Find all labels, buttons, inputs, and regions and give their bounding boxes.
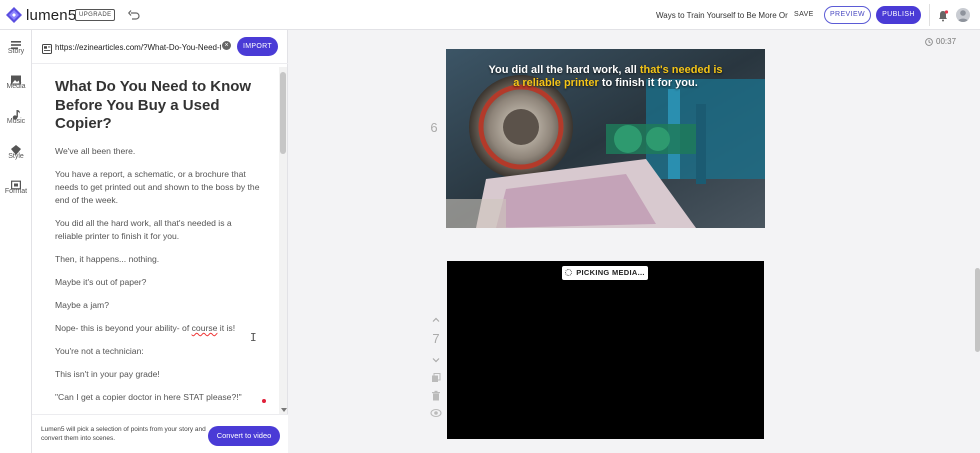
convert-to-video-button[interactable]: Convert to video xyxy=(208,426,280,446)
story-icon xyxy=(11,37,21,49)
story-paragraph[interactable]: Maybe a jam? xyxy=(55,299,260,312)
video-duration: 00:37 xyxy=(925,37,956,46)
story-paragraph[interactable]: We've all been there. xyxy=(55,145,260,158)
logo-text: lumen5 xyxy=(26,6,77,24)
story-paragraph[interactable]: This isn't in your pay grade! xyxy=(55,368,260,381)
story-paragraph[interactable]: You have a report, a schematic, or a bro… xyxy=(55,168,260,207)
caption-highlight: that's needed is xyxy=(639,64,723,76)
publish-button[interactable]: PUBLISH xyxy=(876,6,921,24)
footer-hint: Lumen5 will pick a selection of points f… xyxy=(41,426,206,442)
scene-number: 6 xyxy=(430,120,438,135)
story-scrollbar-thumb[interactable] xyxy=(280,72,286,154)
clear-url-icon[interactable]: × xyxy=(222,41,231,50)
scroll-down-arrow-icon[interactable] xyxy=(281,408,287,412)
story-panel: × IMPORT What Do You Need to Know Before… xyxy=(32,30,288,453)
rail-label: Media xyxy=(6,83,26,90)
caption-highlight: a reliable printer xyxy=(513,77,599,89)
rail-label: Style xyxy=(8,153,24,160)
move-up-chevron-icon[interactable] xyxy=(430,313,442,325)
url-bar: × IMPORT xyxy=(32,30,288,64)
move-down-chevron-icon[interactable] xyxy=(430,353,442,365)
misspelled-word[interactable]: course xyxy=(192,323,218,333)
scene-7-preview[interactable]: PICKING MEDIA... xyxy=(447,261,764,439)
save-button[interactable]: SAVE xyxy=(794,11,814,18)
article-icon xyxy=(42,41,52,54)
duration-text: 00:37 xyxy=(936,37,957,46)
story-title[interactable]: What Do You Need to Know Before You Buy … xyxy=(55,78,260,134)
notification-bell-icon[interactable] xyxy=(937,9,949,22)
record-dot xyxy=(262,399,266,403)
delete-trash-icon[interactable] xyxy=(430,389,442,401)
undo-icon[interactable] xyxy=(128,8,140,20)
story-paragraph[interactable]: You're not a technician: xyxy=(55,345,260,358)
paragraph-text: it is! xyxy=(217,323,236,333)
canvas-scrollbar-thumb[interactable] xyxy=(975,268,980,352)
logo[interactable]: lumen5 xyxy=(6,6,76,24)
story-footer: Lumen5 will pick a selection of points f… xyxy=(32,414,288,453)
document-title[interactable]: Ways to Train Yourself to Be More Organi… xyxy=(656,11,788,20)
rail-item-style[interactable]: Style xyxy=(0,142,32,160)
music-icon xyxy=(11,107,21,120)
media-icon xyxy=(11,72,21,85)
canvas-scrollbar-track[interactable] xyxy=(973,30,980,453)
scene-caption[interactable]: You did all the hard work, all that's ne… xyxy=(446,64,765,90)
story-paragraph[interactable]: Nope- this is beyond your ability- of co… xyxy=(55,322,260,335)
rail-label: Story xyxy=(7,48,25,55)
upgrade-badge[interactable]: UPGRADE xyxy=(75,9,116,21)
top-bar: lumen5 UPGRADE Ways to Train Yourself to… xyxy=(0,0,980,30)
caption-text: You did all the hard work, all xyxy=(488,64,637,76)
rail-label: Format xyxy=(4,188,28,195)
paragraph-text: Nope- this is beyond your ability- of xyxy=(55,323,190,333)
scene-number: 7 xyxy=(432,331,440,346)
style-icon xyxy=(11,142,21,155)
lumen5-logo-icon xyxy=(6,7,22,23)
story-paragraph[interactable]: You did all the hard work, all that's ne… xyxy=(55,217,260,243)
rail-item-media[interactable]: Media xyxy=(0,72,32,90)
loading-spinner-icon xyxy=(565,269,573,276)
topbar-divider xyxy=(929,4,930,26)
preview-button[interactable]: PREVIEW xyxy=(824,6,871,24)
picking-media-status: PICKING MEDIA... xyxy=(562,266,648,280)
story-text-area[interactable]: What Do You Need to Know Before You Buy … xyxy=(32,65,288,414)
hide-eye-icon[interactable] xyxy=(430,406,442,418)
user-avatar[interactable] xyxy=(956,8,970,22)
clock-icon xyxy=(925,37,933,46)
scene-canvas: 00:37 6 You did all the hard work, all t… xyxy=(289,30,980,453)
rail-item-story[interactable]: Story xyxy=(0,37,32,55)
caption-text: to finish it for you. xyxy=(601,77,698,89)
left-rail: Story Media Music Style Format xyxy=(0,30,32,453)
rail-item-music[interactable]: Music xyxy=(0,107,32,125)
picking-media-text: PICKING MEDIA... xyxy=(576,268,645,277)
import-button[interactable]: IMPORT xyxy=(237,37,278,56)
story-paragraph[interactable]: "Can I get a copier doctor in here STAT … xyxy=(55,391,260,404)
text-cursor: I xyxy=(250,331,257,344)
rail-item-format[interactable]: Format xyxy=(0,177,32,195)
format-icon xyxy=(11,177,22,190)
url-input[interactable] xyxy=(55,40,221,54)
rail-label: Music xyxy=(6,118,26,125)
story-paragraph[interactable]: Then, it happens... nothing. xyxy=(55,253,260,266)
story-paragraph[interactable]: Maybe it's out of paper? xyxy=(55,276,260,289)
scene-6-preview[interactable]: You did all the hard work, all that's ne… xyxy=(446,49,765,228)
duplicate-icon[interactable] xyxy=(430,371,442,383)
